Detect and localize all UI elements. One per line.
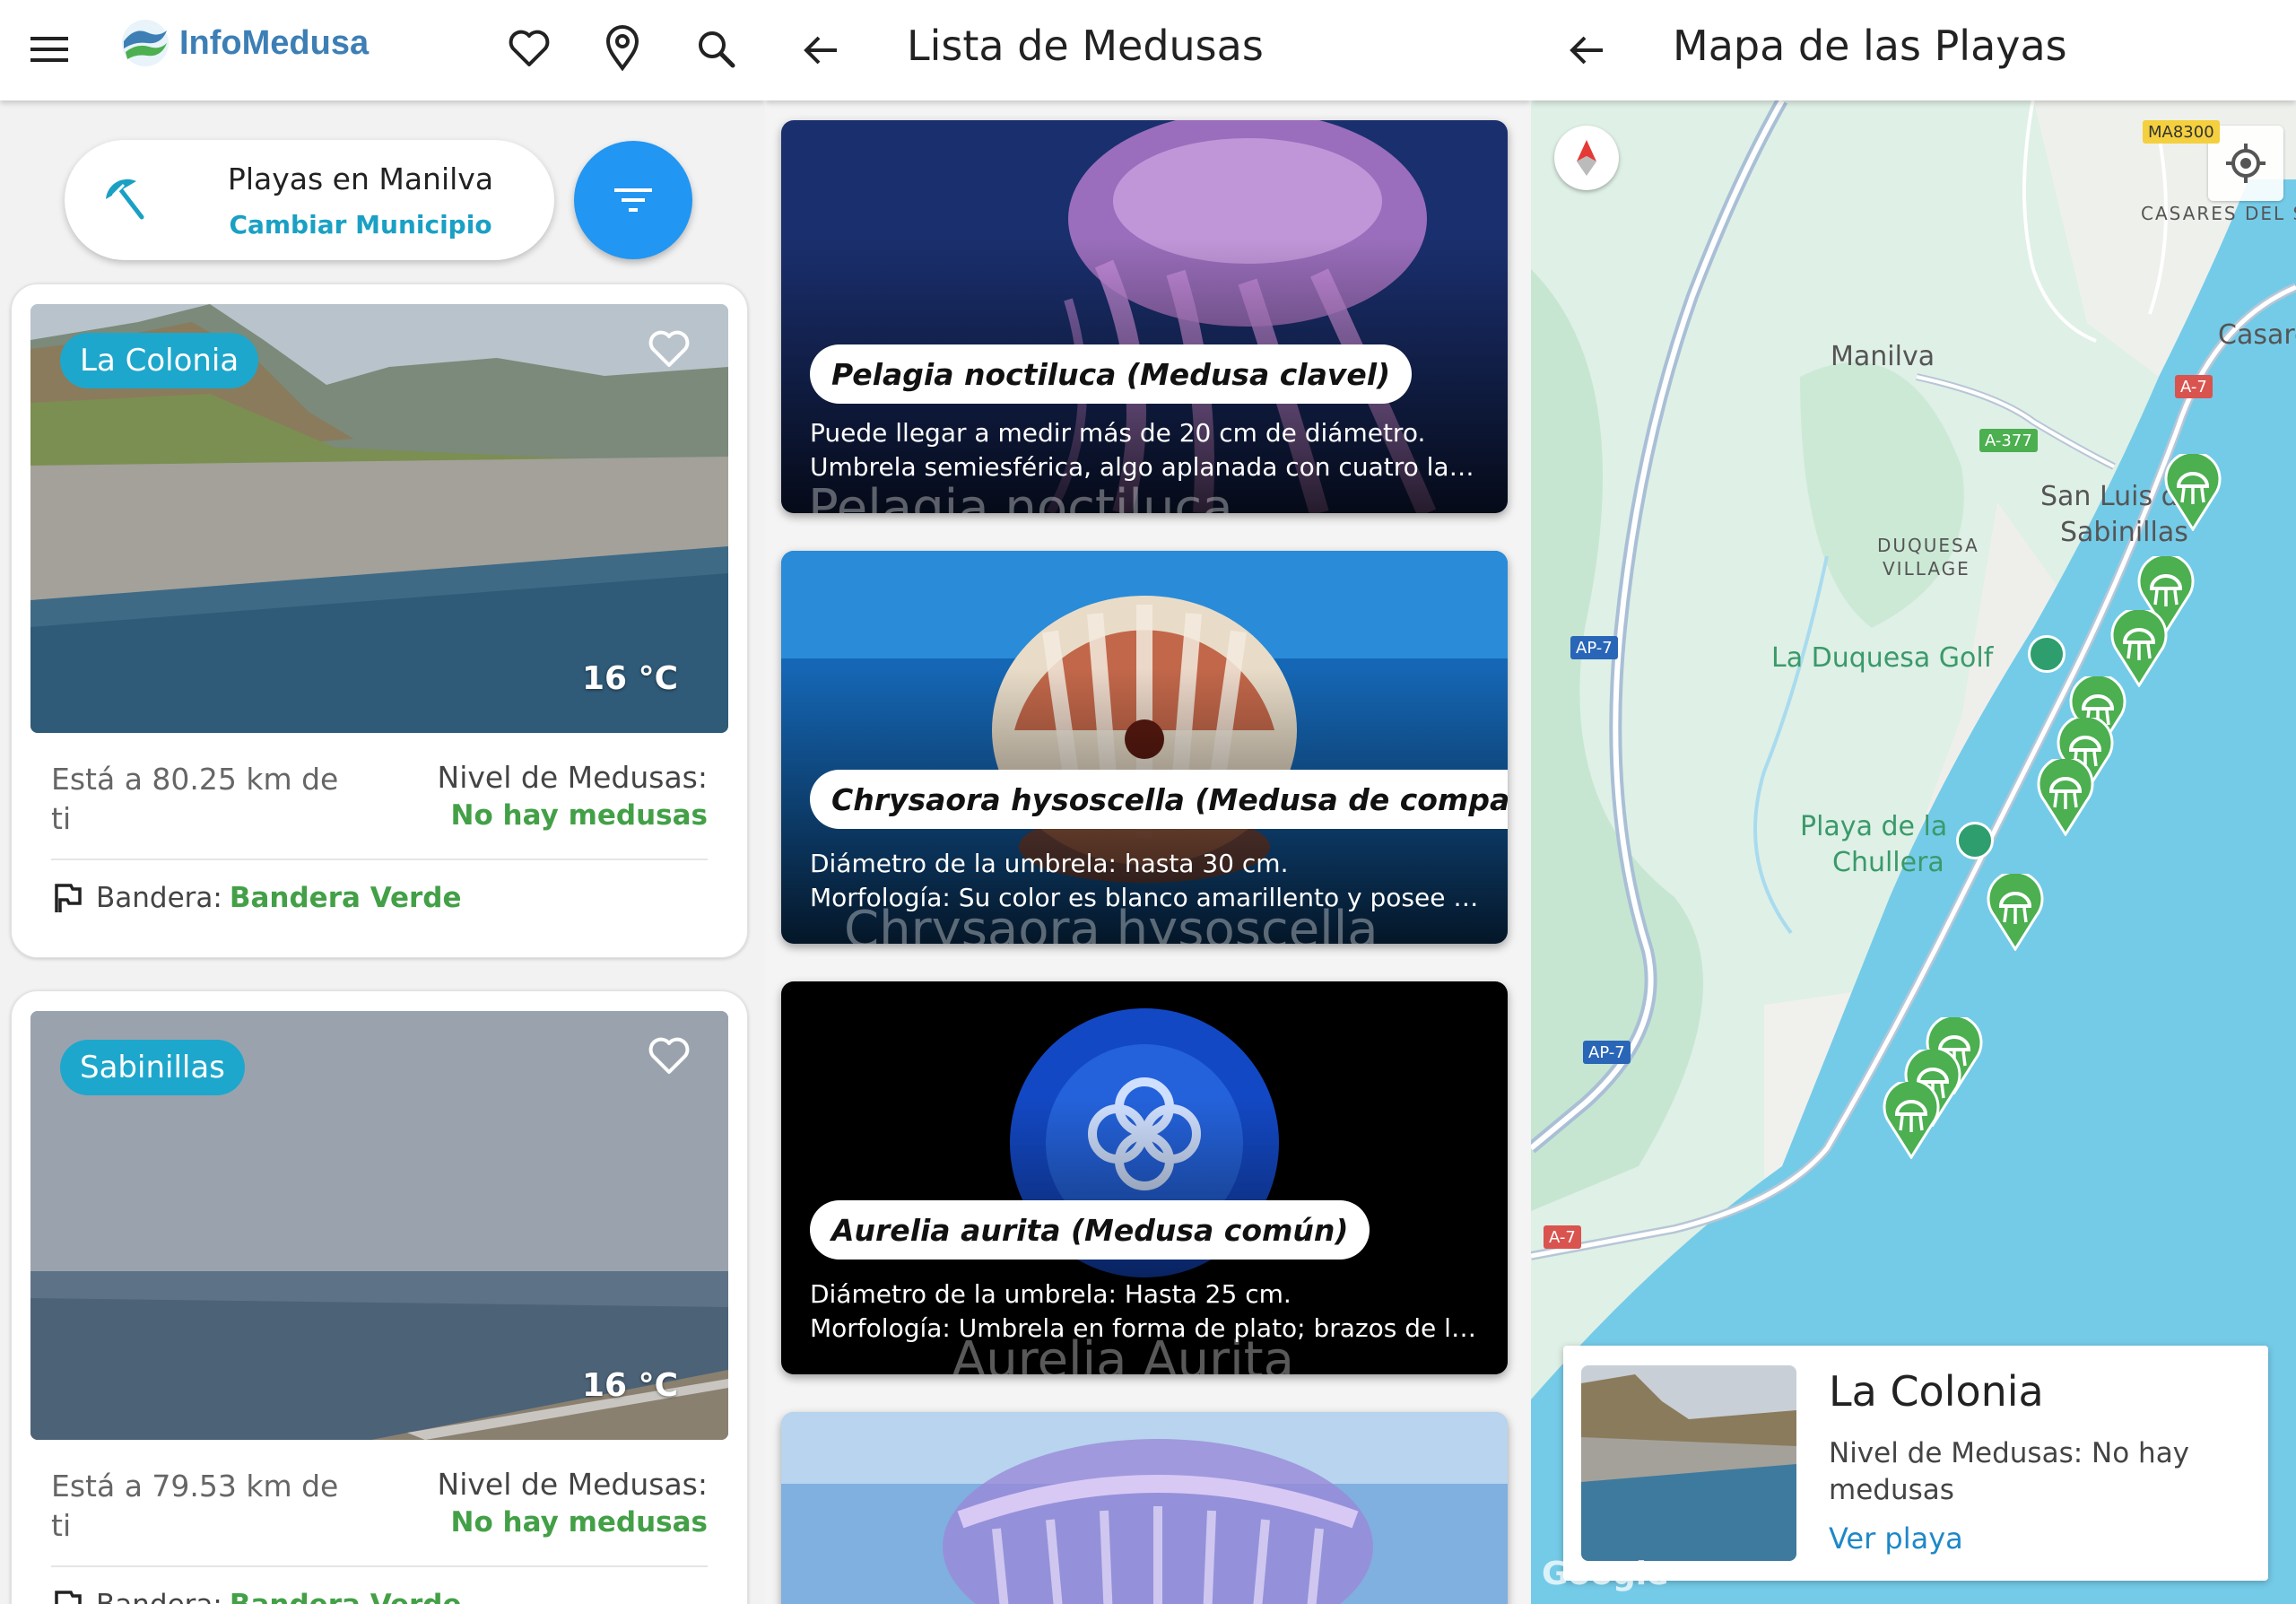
favorite-heart-icon[interactable] [648, 1036, 691, 1079]
location-pin-icon[interactable] [597, 22, 648, 75]
jellyfish-desc-line1: Diámetro de la umbrela: Hasta 25 cm. [810, 1279, 1292, 1309]
card-divider [51, 859, 708, 860]
jellyfish-desc-line2: Morfología: Umbrela en forma de plato; b… [810, 1313, 1481, 1343]
favorites-heart-icon[interactable] [504, 23, 554, 74]
view-beach-link[interactable]: Ver playa [1829, 1521, 1963, 1556]
map-label-duquesa: DUQUESA [1877, 535, 1979, 556]
jellyfish-card[interactable]: Aurelia Aurita Aurelia aurita (Medusa co… [781, 981, 1508, 1374]
jellyfish-card[interactable]: Pelagia noctiluca Pelagia noctiluca (Med… [781, 120, 1508, 513]
jellyfish-desc-line1: Diámetro de la umbrela: hasta 30 cm. [810, 849, 1289, 878]
flag-value: Bandera Verde [230, 1589, 462, 1604]
flag-label: Bandera: [96, 882, 222, 914]
page-title: Mapa de las Playas [1673, 22, 2067, 70]
app-bar: Mapa de las Playas [1531, 0, 2296, 100]
beach-distance: Está a 80.25 km de ti [51, 762, 339, 836]
flag-value: Bandera Verde [229, 882, 462, 914]
jellyfish-name: Chrysaora hysoscella (Medusa de compases… [810, 770, 1508, 829]
flag-label: Bandera: [96, 1589, 222, 1604]
municipality-selector[interactable]: Playas en Manilva Cambiar Municipio [65, 140, 554, 260]
water-temperature: 16 °C [581, 660, 678, 697]
search-icon[interactable] [691, 23, 741, 74]
jellyfish-desc-line1: Puede llegar a medir más de 20 cm de diá… [810, 418, 1426, 448]
jellyfish-level-value: No hay medusas [450, 799, 708, 832]
beach-thumbnail [1581, 1365, 1796, 1561]
road-badge-ma8300: MA8300 [2143, 120, 2220, 144]
jellyfish-card[interactable]: Chrysaora hysoscella Chrysaora hysoscell… [781, 551, 1508, 944]
info-card-level: Nivel de Medusas: No hay medusas [1829, 1437, 2190, 1506]
jellyfish-desc-line2: Morfología: Su color es blanco amarillen… [810, 883, 1481, 912]
jellyfish-name: Aurelia aurita (Medusa común) [810, 1200, 1370, 1260]
flag-row: Bandera: Bandera Verde [51, 1589, 462, 1604]
map-label-chullera: Chullera [1832, 847, 1944, 878]
beaches-map-screen: Mapa de las Playas MA8300 A-7 A-377 AP-7… [1531, 0, 2296, 1604]
menu-icon[interactable] [27, 27, 72, 72]
beach-info-card[interactable]: La Colonia Nivel de Medusas: No hay medu… [1563, 1346, 2268, 1581]
map-label-duquesa-golf: La Duquesa Golf [1771, 642, 1994, 674]
card-divider [51, 1565, 708, 1567]
jellyfish-marker-icon[interactable] [1987, 870, 2044, 952]
jellyfish-level-label: Nivel de Medusas: [437, 1467, 708, 1502]
jellyfish-marker-icon[interactable] [2164, 450, 2222, 532]
map-label-manilva: Manilva [1831, 341, 1935, 372]
map-label-casares-del-sol: CASARES DEL S [2141, 203, 2296, 224]
jellyfish-desc-line2: Umbrela semiesférica, algo aplanada con … [810, 452, 1481, 482]
map-label-casares: Casare [2218, 319, 2296, 351]
road-badge-a377: A-377 [1979, 429, 2038, 452]
jellyfish-list-screen: Lista de Medusas Pelagia noctiluca Pelag… [765, 0, 1531, 1604]
jellyfish-level-label: Nivel de Medusas: [437, 760, 708, 795]
page-title: Lista de Medusas [907, 22, 1264, 70]
water-temperature: 16 °C [581, 1367, 678, 1404]
jellyfish-photo [781, 1412, 1508, 1604]
beach-photo: Sabinillas 16 °C [30, 1011, 728, 1440]
google-attribution: Google [1542, 1556, 1669, 1592]
golf-poi-icon[interactable] [2028, 635, 2066, 673]
municipality-title: Playas en Manilva [227, 161, 494, 196]
beach-card[interactable]: Sabinillas 16 °C Está a 79.53 km de ti N… [11, 990, 748, 1604]
app-logo: InfoMedusa [120, 16, 369, 70]
flag-icon [55, 884, 82, 912]
flag-row: Bandera: Bandera Verde [51, 882, 462, 914]
map-label-village: VILLAGE [1883, 558, 1970, 580]
beach-photo: La Colonia 16 °C [30, 304, 728, 733]
filter-button[interactable] [574, 141, 692, 259]
beach-distance: Está a 79.53 km de ti [51, 1469, 339, 1543]
jellyfish-marker-icon[interactable] [1883, 1078, 1940, 1160]
change-municipality-link[interactable]: Cambiar Municipio [217, 210, 504, 240]
app-bar: Lista de Medusas [765, 0, 1531, 100]
beach-card[interactable]: La Colonia 16 °C Está a 80.25 km de ti N… [11, 283, 748, 958]
jellyfish-card[interactable] [781, 1412, 1508, 1604]
jellyfish-level-value: No hay medusas [450, 1506, 708, 1539]
beach-umbrella-icon [106, 179, 144, 220]
road-badge-a7: A-7 [2175, 375, 2213, 398]
beach-name-chip: Sabinillas [60, 1040, 245, 1095]
compass-icon[interactable] [1554, 126, 1619, 190]
road-badge-ap7: AP-7 [1570, 636, 1618, 659]
map-label-playa-chullera: Playa de la [1800, 811, 1948, 842]
beach-name-chip: La Colonia [60, 333, 259, 388]
flag-icon [55, 1591, 82, 1604]
jellyfish-marker-icon[interactable] [2037, 755, 2094, 837]
wave-logo-icon [122, 20, 169, 66]
back-arrow-icon[interactable] [1563, 27, 1610, 74]
beaches-screen: InfoMedusa Playas en Manilva Cambiar Mun… [0, 0, 765, 1604]
favorite-heart-icon[interactable] [648, 329, 691, 372]
road-badge-a7: A-7 [1544, 1225, 1581, 1249]
info-card-title: La Colonia [1829, 1367, 2044, 1416]
brand-name: InfoMedusa [179, 23, 370, 62]
filter-icon [614, 188, 652, 212]
back-arrow-icon[interactable] [797, 27, 844, 74]
app-bar: InfoMedusa [0, 0, 765, 100]
jellyfish-name: Pelagia noctiluca (Medusa clavel) [810, 344, 1413, 404]
road-badge-ap7: AP-7 [1583, 1041, 1631, 1064]
beach-poi-icon[interactable] [1956, 822, 1994, 859]
